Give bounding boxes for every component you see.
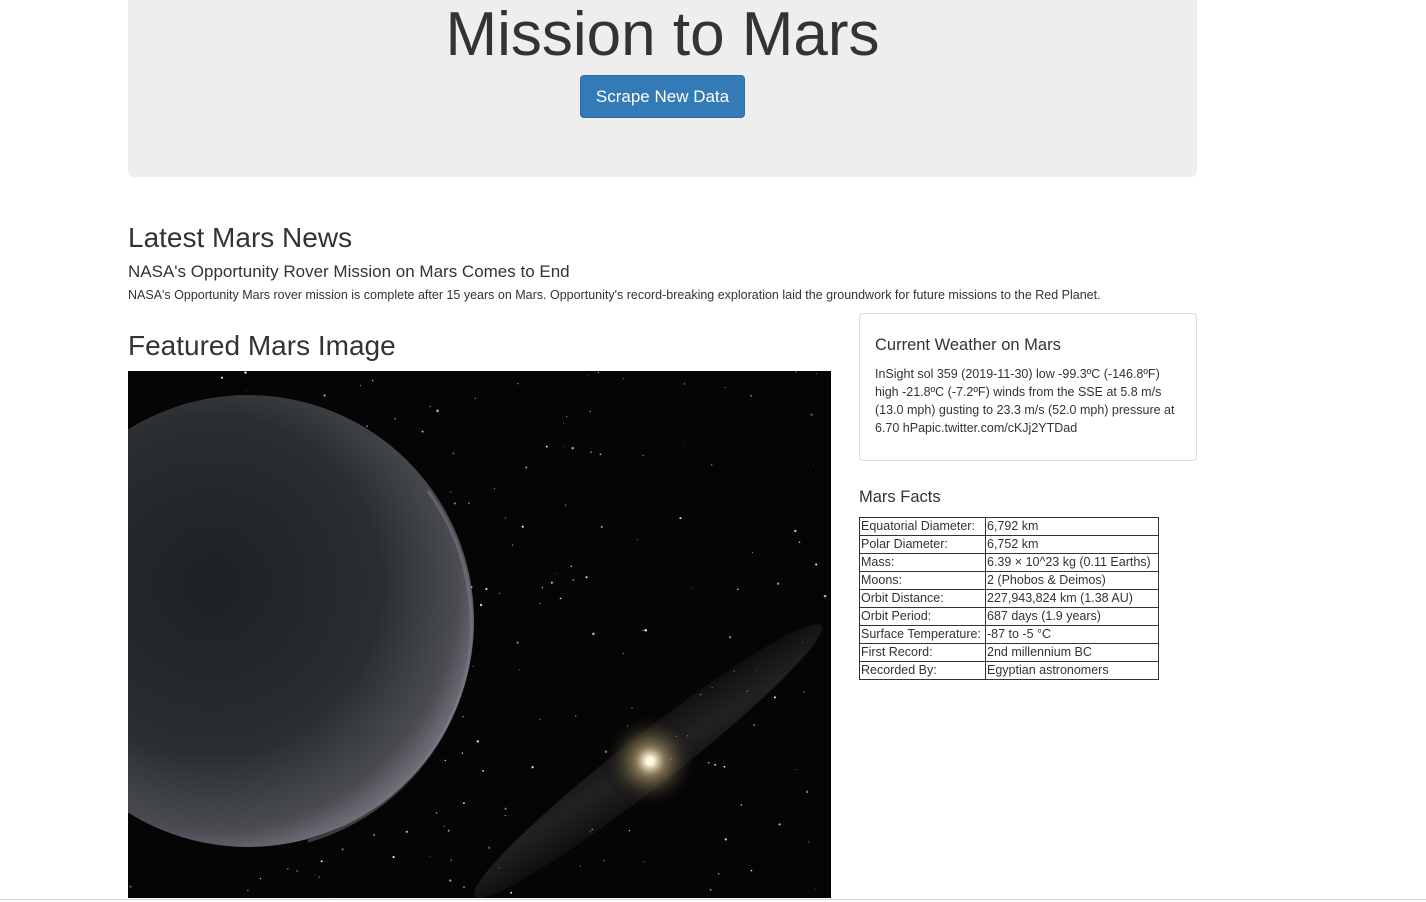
fact-label: Polar Diameter:	[859, 535, 986, 554]
table-row: Recorded By: Egyptian astronomers	[859, 661, 1159, 680]
weather-text: InSight sol 359 (2019-11-30) low -99.3ºC…	[875, 367, 1175, 435]
fact-value: 227,943,824 km (1.38 AU)	[985, 589, 1159, 608]
fact-value: -87 to -5 °C	[985, 625, 1159, 644]
weather-panel: Current Weather on Mars InSight sol 359 …	[859, 313, 1197, 461]
fact-value: 6,792 km	[985, 517, 1159, 536]
fact-label: Equatorial Diameter:	[859, 517, 986, 536]
featured-image-title: Featured Mars Image	[128, 330, 396, 361]
page-title: Mission to Mars	[445, 0, 880, 69]
fact-label: Surface Temperature:	[859, 625, 986, 644]
fact-value: 687 days (1.9 years)	[985, 607, 1159, 626]
fact-label: Mass:	[859, 553, 986, 572]
fact-value: Egyptian astronomers	[985, 661, 1159, 680]
page-bottom-divider	[0, 899, 1426, 900]
table-row: Orbit Distance: 227,943,824 km (1.38 AU)	[859, 589, 1159, 608]
fact-value: 6,752 km	[985, 535, 1159, 554]
fact-label: First Record:	[859, 643, 986, 662]
fact-value: 6.39 × 10^23 kg (0.11 Earths)	[985, 553, 1159, 572]
mars-facts-table: Equatorial Diameter: 6,792 km Polar Diame…	[859, 517, 1159, 680]
fact-value: 2 (Phobos & Deimos)	[985, 571, 1159, 590]
table-row: Moons: 2 (Phobos & Deimos)	[859, 571, 1159, 590]
table-row: Surface Temperature: -87 to -5 °C	[859, 625, 1159, 644]
weather-title: Current Weather on Mars	[875, 336, 1061, 354]
fact-label: Moons:	[859, 571, 986, 590]
table-row: Polar Diameter: 6,752 km	[859, 535, 1159, 554]
table-row: Equatorial Diameter: 6,792 km	[859, 517, 1159, 536]
fact-label: Orbit Distance:	[859, 589, 986, 608]
table-row: First Record: 2nd millennium BC	[859, 643, 1159, 662]
table-row: Mass: 6.39 × 10^23 kg (0.11 Earths)	[859, 553, 1159, 572]
featured-mars-image	[128, 371, 831, 898]
scrape-new-data-button[interactable]: Scrape New Data	[580, 75, 745, 118]
fact-label: Orbit Period:	[859, 607, 986, 626]
mars-facts-title: Mars Facts	[859, 488, 941, 506]
fact-label: Recorded By:	[859, 661, 986, 680]
news-teaser: NASA's Opportunity Mars rover mission is…	[128, 288, 1101, 302]
fact-value: 2nd millennium BC	[985, 643, 1159, 662]
news-headline: NASA's Opportunity Rover Mission on Mars…	[128, 262, 570, 281]
table-row: Orbit Period: 687 days (1.9 years)	[859, 607, 1159, 626]
news-section-title: Latest Mars News	[128, 222, 353, 253]
header-jumbotron: Mission to Mars Scrape New Data	[128, 0, 1197, 177]
